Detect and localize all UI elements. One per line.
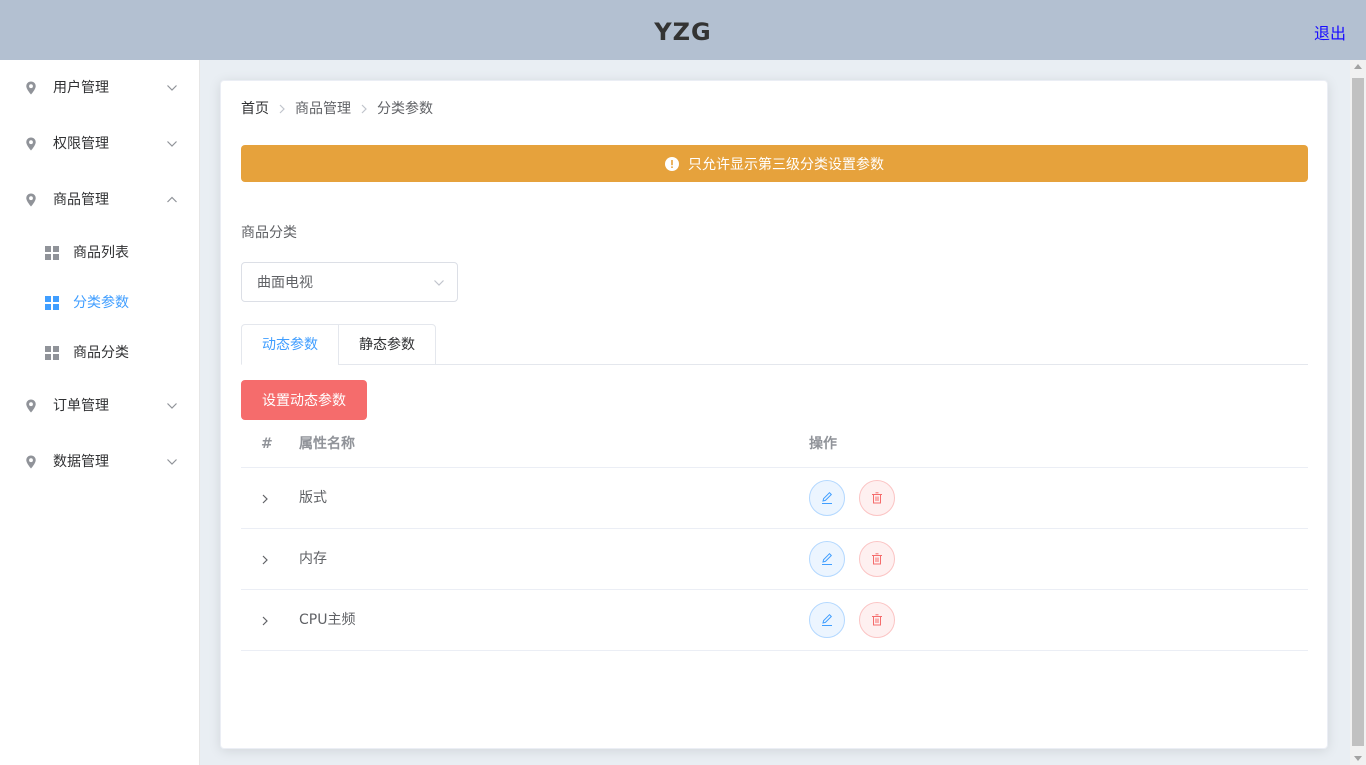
sidebar-subitem-goods-category[interactable]: 商品分类 [0, 328, 199, 378]
grid-icon [45, 346, 59, 360]
attribute-name: 版式 [299, 490, 327, 506]
tab-static-params[interactable]: 静态参数 [338, 324, 436, 365]
sidebar-item-goods[interactable]: 商品管理 [0, 172, 199, 228]
trash-icon [872, 614, 882, 626]
sidebar-item-data[interactable]: 数据管理 [0, 434, 199, 490]
location-icon [26, 137, 36, 151]
warning-icon [665, 156, 679, 171]
app-title: YZG [654, 18, 712, 46]
sidebar-item-label: 订单管理 [53, 398, 109, 414]
scrollbar-thumb[interactable] [1352, 78, 1364, 746]
params-tabs: 动态参数 静态参数 [241, 324, 1308, 365]
sidebar-item-users[interactable]: 用户管理 [0, 60, 199, 116]
table-row: CPU主频 [241, 590, 1308, 651]
set-dynamic-params-button[interactable]: 设置动态参数 [241, 380, 367, 420]
app-header: YZG 退出 [0, 0, 1366, 60]
chevron-down-icon [167, 141, 177, 147]
trash-icon [872, 553, 882, 565]
alert-text: 只允许显示第三级分类设置参数 [688, 156, 884, 173]
breadcrumb: 首页 商品管理 分类参数 [241, 100, 433, 118]
grid-icon [45, 296, 59, 310]
delete-button[interactable] [859, 602, 895, 638]
chevron-right-icon [279, 104, 285, 114]
location-icon [26, 81, 36, 95]
category-selected-value: 曲面电视 [257, 275, 313, 291]
delete-button[interactable] [859, 480, 895, 516]
sidebar-menu: 用户管理 权限管理 商品管理 商品列表 分类参数 商品分类 订单管理 数据管理 [0, 60, 200, 765]
table-header: # 属性名称 操作 [241, 421, 1308, 468]
expand-chevron-icon[interactable] [261, 554, 269, 566]
sidebar-item-permissions[interactable]: 权限管理 [0, 116, 199, 172]
trash-icon [872, 492, 882, 504]
content-card: 首页 商品管理 分类参数 只允许显示第三级分类设置参数 商品分类 曲面电视 动态… [220, 80, 1328, 749]
location-icon [26, 193, 36, 207]
edit-icon [822, 491, 833, 504]
column-header-index: # [261, 436, 273, 452]
tab-dynamic-params[interactable]: 动态参数 [241, 324, 339, 365]
edit-button[interactable] [809, 480, 845, 516]
edit-icon [822, 613, 833, 626]
breadcrumb-goods: 商品管理 [295, 101, 351, 117]
expand-chevron-icon[interactable] [261, 493, 269, 505]
table-row: 版式 [241, 468, 1308, 529]
sidebar-subitem-goods-list[interactable]: 商品列表 [0, 228, 199, 278]
scroll-down-arrow-icon[interactable] [1354, 756, 1362, 761]
warning-alert: 只允许显示第三级分类设置参数 [241, 145, 1308, 182]
edit-button[interactable] [809, 602, 845, 638]
breadcrumb-home[interactable]: 首页 [241, 100, 269, 118]
sidebar-subitem-category-params[interactable]: 分类参数 [0, 278, 199, 328]
chevron-up-icon [167, 196, 177, 203]
column-header-name: 属性名称 [299, 436, 355, 452]
chevron-down-icon [167, 459, 177, 465]
category-label: 商品分类 [241, 225, 297, 241]
location-icon [26, 455, 36, 469]
chevron-right-icon [361, 104, 367, 114]
expand-chevron-icon[interactable] [261, 615, 269, 627]
sidebar-item-label: 用户管理 [53, 80, 109, 96]
sidebar-item-orders[interactable]: 订单管理 [0, 378, 199, 434]
chevron-down-icon [167, 85, 177, 91]
location-icon [26, 399, 36, 413]
delete-button[interactable] [859, 541, 895, 577]
sidebar-item-label: 数据管理 [53, 454, 109, 470]
chevron-down-icon [167, 403, 177, 409]
grid-icon [45, 246, 59, 260]
table-row: 内存 [241, 529, 1308, 590]
params-table: # 属性名称 操作 版式 内存 CPU主频 [241, 421, 1308, 651]
main-scrollbar[interactable] [1350, 60, 1366, 765]
scroll-up-arrow-icon[interactable] [1354, 64, 1362, 69]
attribute-name: 内存 [299, 551, 327, 567]
logout-link[interactable]: 退出 [1314, 20, 1346, 44]
category-cascader[interactable]: 曲面电视 [241, 262, 458, 302]
edit-button[interactable] [809, 541, 845, 577]
breadcrumb-current: 分类参数 [377, 101, 433, 117]
column-header-ops: 操作 [809, 436, 837, 452]
chevron-down-icon [434, 280, 444, 286]
sidebar-subitem-label: 商品列表 [73, 245, 129, 261]
sidebar-item-label: 权限管理 [53, 136, 109, 152]
edit-icon [822, 552, 833, 565]
attribute-name: CPU主频 [299, 612, 356, 628]
sidebar-item-label: 商品管理 [53, 192, 109, 208]
sidebar-subitem-label: 分类参数 [73, 295, 129, 311]
sidebar-subitem-label: 商品分类 [73, 345, 129, 361]
